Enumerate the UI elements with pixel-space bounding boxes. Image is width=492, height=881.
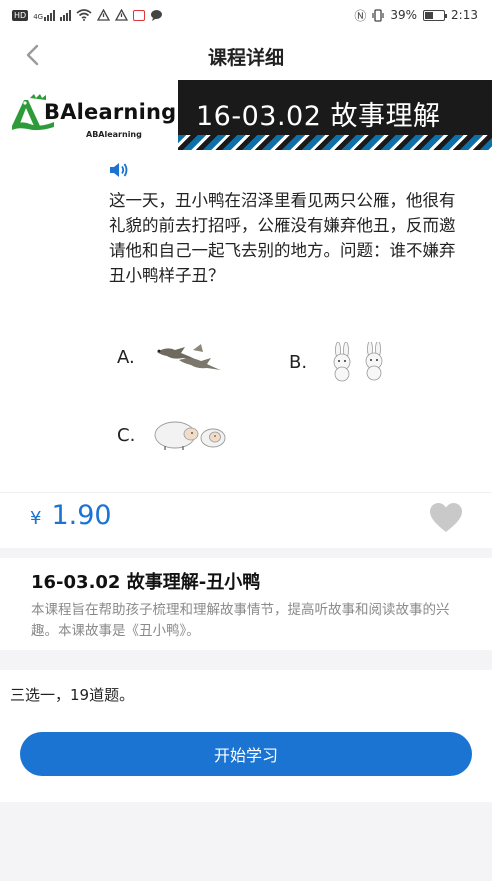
- rabbits-picture: [333, 342, 383, 382]
- status-left: HD 4G: [12, 9, 163, 21]
- option-c-label: C.: [117, 424, 136, 446]
- option-b-label: B.: [289, 351, 308, 373]
- cell-signal-icon: 4G: [33, 9, 56, 21]
- heart-icon[interactable]: [428, 501, 464, 535]
- currency-symbol: ¥: [30, 508, 42, 529]
- hd-badge: HD: [12, 9, 29, 21]
- price: ¥1.90: [30, 500, 112, 531]
- course-title: 16-03.02 故事理解-丑小鸭: [31, 572, 261, 593]
- title-bar: 课程详细: [0, 30, 492, 80]
- status-right: Ⓝ 39% 2:13: [354, 7, 478, 24]
- cell-signal-2-icon: [60, 9, 72, 21]
- start-learning-button[interactable]: 开始学习: [20, 732, 472, 776]
- sheep-picture: [154, 421, 226, 450]
- option-c[interactable]: C.: [117, 418, 231, 452]
- price-amount: 1.90: [51, 500, 112, 531]
- option-b[interactable]: B.: [289, 342, 395, 382]
- wifi-icon: [76, 9, 92, 21]
- course-info: 16-03.02 故事理解-丑小鸭 本课程旨在帮助孩子梳理和理解故事情节，提高听…: [0, 558, 492, 650]
- vibrate-icon: [372, 8, 384, 22]
- nfc-icon: Ⓝ: [354, 8, 367, 23]
- speaker-icon[interactable]: [108, 160, 130, 180]
- question-text: 这一天，丑小鸭在沼泽里看见两只公雁，他很有礼貌的前去打招呼，公雁没有嫌弃他丑，反…: [109, 191, 456, 285]
- geese-picture: [157, 344, 221, 370]
- question-card: 这一天，丑小鸭在沼泽里看见两只公雁，他很有礼貌的前去打招呼，公雁没有嫌弃他丑，反…: [0, 150, 492, 492]
- battery-icon: [423, 9, 448, 21]
- battery-percent: 39%: [390, 8, 418, 22]
- price-row: ¥1.90: [0, 492, 492, 548]
- logo-subtext: ABAlearning: [86, 130, 142, 139]
- question-count: 三选一，19道题。: [10, 686, 135, 704]
- clock: 2:13: [451, 8, 478, 22]
- page-title: 课程详细: [207, 47, 284, 69]
- warning-icon: [97, 9, 111, 21]
- start-section: 三选一，19道题。 开始学习: [0, 670, 492, 802]
- status-bar: HD 4G Ⓝ 39% 2:13: [0, 0, 492, 30]
- banner-pattern: [178, 135, 492, 150]
- option-a-label: A.: [117, 346, 135, 368]
- network-type: 4G: [33, 13, 44, 21]
- banner-lesson-text: 16-03.02 故事理解: [196, 101, 441, 132]
- notification-app-icon: [133, 9, 146, 21]
- abalearning-logo: BAlearning ABAlearning: [0, 80, 178, 150]
- warning-icon-2: [115, 9, 129, 21]
- course-description: 本课程旨在帮助孩子梳理和理解故事情节，提高听故事和阅读故事的兴趣。本课故事是《丑…: [31, 602, 450, 639]
- logo-text: BAlearning: [44, 100, 177, 124]
- message-icon: [151, 10, 163, 21]
- option-a[interactable]: A.: [117, 342, 223, 372]
- course-banner: BAlearning ABAlearning 16-03.02 故事理解: [0, 80, 492, 150]
